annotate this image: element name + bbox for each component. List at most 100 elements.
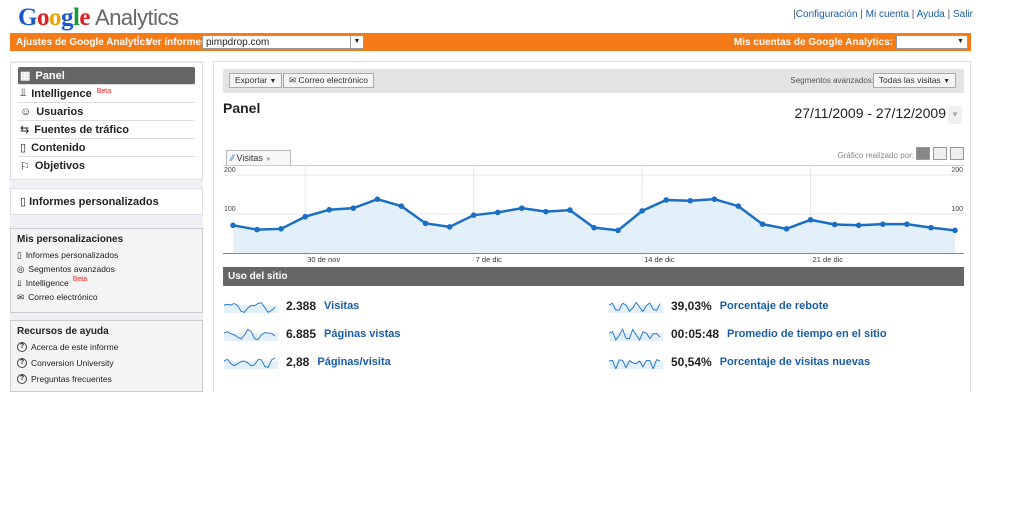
data-point[interactable] bbox=[254, 226, 260, 233]
data-point[interactable] bbox=[543, 208, 549, 215]
data-point[interactable] bbox=[374, 196, 381, 202]
logo-product: Analytics bbox=[95, 5, 179, 30]
link-conversion-university[interactable]: ? Conversion University bbox=[17, 356, 196, 370]
my-customizations: Mis personalizaciones ▯ Informes personal… bbox=[10, 228, 203, 313]
data-point[interactable] bbox=[639, 208, 645, 214]
segments-select[interactable]: Todas las visitas ▼ bbox=[872, 73, 956, 88]
data-point[interactable] bbox=[831, 221, 838, 228]
link-mi-cuenta[interactable]: Mi cuenta bbox=[866, 9, 909, 20]
settings-link[interactable]: Ajustes de Google Analytics bbox=[16, 37, 151, 48]
link-informes-personalizados[interactable]: ▯ Informes personalizados bbox=[17, 248, 196, 262]
data-point[interactable] bbox=[230, 222, 236, 229]
metric-link[interactable]: Promedio de tiempo en el sitio bbox=[727, 328, 887, 340]
segments-value: Todas las visitas bbox=[878, 75, 941, 85]
y-tick-label: 200 bbox=[224, 167, 236, 174]
data-point[interactable] bbox=[302, 213, 308, 220]
sparkline-icon bbox=[224, 328, 278, 341]
report-icon: ▯ bbox=[20, 196, 27, 208]
metric-select[interactable]: ⁄⁄ Visitas ▼ bbox=[226, 150, 291, 165]
nav-intelligence[interactable]: ⫫ Intelligence Beta bbox=[18, 85, 195, 103]
data-point[interactable] bbox=[519, 205, 525, 211]
y-tick-label: 100 bbox=[224, 206, 236, 213]
google-analytics-logo[interactable]: Google Analytics bbox=[18, 3, 179, 32]
nav-objetivos[interactable]: ⚐ Objetivos bbox=[18, 157, 195, 175]
metric-5: 50,54% Porcentaje de visitas nuevas bbox=[609, 355, 870, 369]
link-salir[interactable]: Salir bbox=[953, 9, 973, 20]
date-dropdown-icon[interactable]: ▼ bbox=[948, 106, 962, 124]
line-chart-icon: ⁄⁄ bbox=[231, 153, 235, 163]
metric-link[interactable]: Porcentaje de visitas nuevas bbox=[720, 356, 870, 368]
x-tick-label: 30 de nov bbox=[307, 255, 340, 264]
graph-by-week-button[interactable] bbox=[933, 147, 947, 160]
help-icon: ? bbox=[17, 342, 27, 352]
nav-panel[interactable]: ▦ Panel bbox=[18, 67, 195, 85]
nav-contenido[interactable]: ▯ Contenido bbox=[18, 139, 195, 157]
data-point[interactable] bbox=[687, 197, 694, 204]
data-point[interactable] bbox=[952, 227, 958, 234]
nav-usuarios[interactable]: ☺ Usuarios bbox=[18, 103, 195, 121]
beta-badge: Beta bbox=[72, 276, 88, 283]
data-point[interactable] bbox=[711, 196, 718, 202]
x-tick-label: 21 de dic bbox=[813, 255, 844, 264]
data-point[interactable] bbox=[278, 226, 284, 232]
chevron-down-icon: ▼ bbox=[943, 78, 950, 85]
nav-label: Fuentes de tráfico bbox=[34, 123, 129, 136]
graph-by-day-button[interactable] bbox=[916, 147, 930, 160]
metric-link[interactable]: Páginas/visita bbox=[317, 356, 390, 368]
data-point[interactable] bbox=[880, 221, 886, 227]
grid-icon: ▦ bbox=[20, 70, 31, 82]
traffic-icon: ⇆ bbox=[20, 124, 30, 136]
data-point[interactable] bbox=[446, 224, 453, 230]
section-title: Mis personalizaciones bbox=[17, 234, 124, 245]
data-point[interactable] bbox=[470, 212, 477, 218]
link-intelligence[interactable]: ⫫ Intelligence Beta bbox=[17, 276, 196, 290]
link-preguntas[interactable]: ? Preguntas frecuentes bbox=[17, 372, 196, 386]
data-point[interactable] bbox=[783, 226, 790, 232]
data-point[interactable] bbox=[855, 222, 862, 229]
data-point[interactable] bbox=[591, 224, 597, 231]
metric-label: Visitas bbox=[236, 153, 263, 163]
y-tick-label-right: 100 bbox=[951, 206, 963, 213]
data-point[interactable] bbox=[928, 224, 934, 231]
link-segmentos[interactable]: ◎ Segmentos avanzados bbox=[17, 262, 196, 276]
envelope-icon: ✉ bbox=[17, 291, 25, 302]
data-point[interactable] bbox=[398, 203, 405, 209]
metric-link[interactable]: Páginas vistas bbox=[324, 328, 400, 340]
data-point[interactable] bbox=[350, 205, 357, 211]
nav-fuentes[interactable]: ⇆ Fuentes de tráfico bbox=[18, 121, 195, 139]
email-label: Correo electrónico bbox=[298, 75, 368, 85]
data-point[interactable] bbox=[904, 221, 910, 227]
divider: | bbox=[137, 35, 140, 46]
link-acerca[interactable]: ? Acerca de este informe bbox=[17, 340, 196, 354]
data-point[interactable] bbox=[735, 203, 742, 209]
graph-by-month-button[interactable] bbox=[950, 147, 964, 160]
help-resources: Recursos de ayuda ? Acerca de este inform… bbox=[10, 320, 203, 392]
data-point[interactable] bbox=[422, 220, 429, 227]
data-point[interactable] bbox=[567, 207, 573, 213]
metric-value: 2,88 bbox=[286, 355, 310, 369]
email-button[interactable]: ✉ Correo electrónico bbox=[283, 73, 374, 88]
nav-label: Panel bbox=[35, 69, 65, 82]
metric-link[interactable]: Porcentaje de rebote bbox=[720, 300, 829, 312]
account-select[interactable]: ▼ bbox=[896, 35, 968, 49]
metric-value: 00:05:48 bbox=[671, 327, 720, 341]
link-ayuda[interactable]: Ayuda bbox=[917, 9, 945, 20]
data-point[interactable] bbox=[807, 217, 814, 223]
data-point[interactable] bbox=[494, 209, 501, 216]
metric-link[interactable]: Visitas bbox=[324, 300, 359, 312]
link-label: Preguntas frecuentes bbox=[31, 374, 112, 384]
data-point[interactable] bbox=[326, 206, 333, 213]
link-configuracion[interactable]: Configuración bbox=[796, 9, 858, 20]
date-range[interactable]: 27/11/2009 - 27/12/2009 bbox=[794, 105, 946, 121]
chevron-down-icon: ▼ bbox=[265, 157, 272, 163]
export-button[interactable]: Exportar ▼ bbox=[229, 73, 283, 88]
link-correo[interactable]: ✉ Correo electrónico bbox=[17, 290, 196, 304]
beta-badge: Beta bbox=[96, 88, 112, 95]
link-label: Intelligence bbox=[25, 278, 69, 288]
metric-0: 2.388 Visitas bbox=[224, 299, 359, 313]
custom-reports-link[interactable]: ▯ Informes personalizados bbox=[10, 188, 203, 215]
data-point[interactable] bbox=[615, 227, 621, 234]
data-point[interactable] bbox=[663, 197, 669, 203]
profile-select[interactable]: pimpdrop.com ▼ bbox=[202, 35, 364, 49]
data-point[interactable] bbox=[759, 221, 766, 227]
